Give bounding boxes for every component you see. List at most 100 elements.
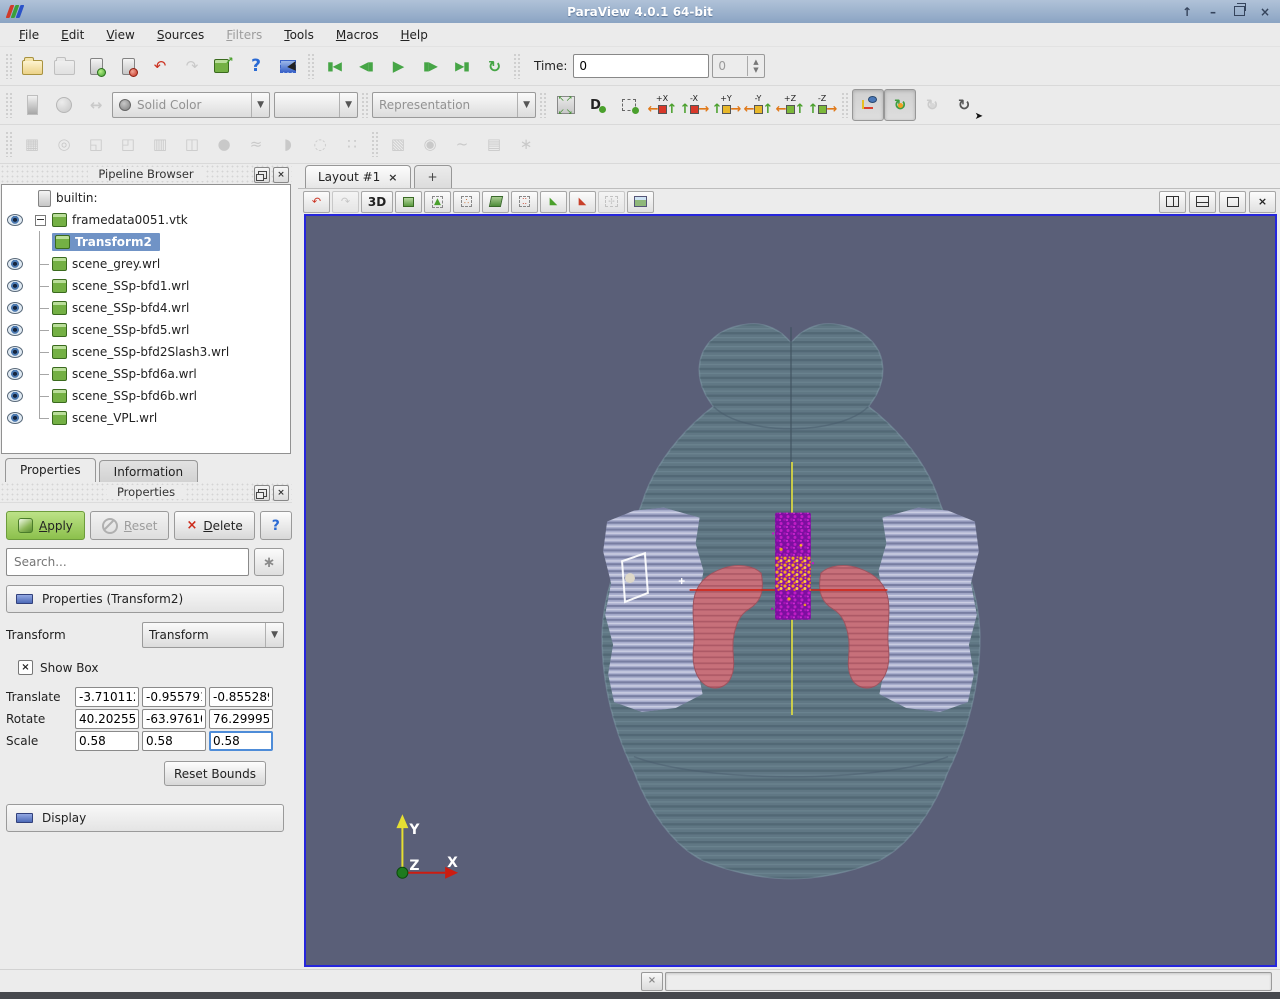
spin-up-icon[interactable]: ▲ — [753, 58, 758, 66]
minimize-window-icon[interactable]: – — [1206, 5, 1220, 19]
close-view-button[interactable]: × — [1249, 191, 1276, 213]
vcr-play-button[interactable]: ▶ — [382, 50, 414, 82]
box-widget-handle-sphere[interactable] — [625, 573, 635, 583]
visibility-eye-icon[interactable] — [7, 390, 23, 402]
spin-down-icon[interactable]: ▼ — [753, 66, 758, 74]
reset-center-button[interactable]: ↻➤ — [948, 89, 980, 121]
frame-spinbox[interactable]: 0▲▼ — [712, 54, 765, 78]
shade-window-icon[interactable]: ↑ — [1180, 5, 1194, 19]
reset-bounds-button[interactable]: Reset Bounds — [164, 761, 266, 786]
camera-undo-button[interactable]: ↶ — [303, 191, 330, 213]
undo-button[interactable]: ↶ — [144, 50, 176, 82]
menu-tools[interactable]: Tools — [275, 26, 323, 44]
rotate-y-field[interactable] — [142, 709, 206, 729]
open-file-button[interactable] — [16, 50, 48, 82]
disconnect-server-button[interactable] — [112, 50, 144, 82]
panel-help-button[interactable]: ? — [260, 511, 292, 540]
tree-item-framedata[interactable]: framedata0051.vtk — [2, 209, 290, 231]
scale-x-field[interactable] — [75, 731, 139, 751]
scale-y-field[interactable] — [142, 731, 206, 751]
select-points-through-button[interactable]: ⁚⁚ — [511, 191, 538, 213]
abort-progress-button[interactable]: × — [641, 972, 663, 991]
toolbar-drag-handle[interactable] — [5, 131, 13, 157]
section-display[interactable]: Display — [6, 804, 284, 832]
set-view-plus-x-button[interactable]: +X←↑ — [646, 89, 678, 121]
menu-view[interactable]: View — [97, 26, 143, 44]
visibility-eye-icon[interactable] — [7, 368, 23, 380]
split-vertical-button[interactable] — [1189, 191, 1216, 213]
close-dock-icon[interactable]: × — [273, 485, 289, 501]
set-view-minus-x-button[interactable]: -X↑→ — [678, 89, 710, 121]
menu-help[interactable]: Help — [391, 26, 436, 44]
layout-tab[interactable]: Layout #1 × — [305, 165, 411, 188]
split-horizontal-button[interactable] — [1159, 191, 1186, 213]
tree-item-bfd6a[interactable]: scene_SSp-bfd6a.wrl — [2, 363, 290, 385]
tree-item-bfd1[interactable]: scene_SSp-bfd1.wrl — [2, 275, 290, 297]
vcr-loop-button[interactable]: ↻ — [478, 50, 510, 82]
toolbar-drag-handle[interactable] — [5, 92, 13, 118]
apply-button[interactable]: Apply — [6, 511, 85, 540]
visibility-eye-icon[interactable] — [7, 302, 23, 314]
set-view-minus-y-button[interactable]: -Y←↑ — [742, 89, 774, 121]
tree-item-bfd4[interactable]: scene_SSp-bfd4.wrl — [2, 297, 290, 319]
tree-item-builtin[interactable]: builtin: — [2, 187, 290, 209]
float-dock-icon[interactable] — [254, 167, 270, 183]
help-button[interactable]: ? — [240, 50, 272, 82]
select-points-polygon-button[interactable]: ◣ — [569, 191, 596, 213]
visibility-eye-icon[interactable] — [7, 412, 23, 424]
show-center-of-rotation-button[interactable]: ↻ — [884, 89, 916, 121]
visibility-eye-icon[interactable] — [7, 324, 23, 336]
show-box-row[interactable]: × Show Box — [18, 660, 284, 675]
show-orientation-axes-button[interactable] — [852, 89, 884, 121]
visibility-eye-icon[interactable] — [7, 346, 23, 358]
zoom-to-box-button[interactable] — [614, 89, 646, 121]
tree-item-bfd5[interactable]: scene_SSp-bfd5.wrl — [2, 319, 290, 341]
scale-z-field[interactable] — [209, 731, 273, 751]
search-options-button[interactable]: ∗ — [254, 548, 284, 576]
tree-item-bfd2slash3[interactable]: scene_SSp-bfd2Slash3.wrl — [2, 341, 290, 363]
select-cells-polygon-button[interactable]: ◣ — [540, 191, 567, 213]
rotate-z-field[interactable] — [209, 709, 273, 729]
translate-y-field[interactable] — [142, 687, 206, 707]
tree-item-vpl[interactable]: scene_VPL.wrl — [2, 407, 290, 429]
restore-window-icon[interactable] — [1232, 5, 1246, 19]
select-cells-through-button[interactable] — [482, 191, 509, 213]
toggle-3d-button[interactable]: 3D — [361, 191, 393, 213]
tree-item-scene-grey[interactable]: scene_grey.wrl — [2, 253, 290, 275]
selected-tree-item[interactable]: Transform2 — [52, 233, 160, 251]
tree-item-bfd6b[interactable]: scene_SSp-bfd6b.wrl — [2, 385, 290, 407]
vcr-previous-frame-button[interactable]: ◀▮ — [350, 50, 382, 82]
menu-file[interactable]: File — [10, 26, 48, 44]
connect-server-button[interactable] — [80, 50, 112, 82]
search-input[interactable] — [6, 548, 249, 576]
close-dock-icon[interactable]: × — [273, 167, 289, 183]
collapse-expander-icon[interactable] — [35, 215, 46, 226]
rotate-x-field[interactable] — [75, 709, 139, 729]
vcr-first-frame-button[interactable]: ▮◀ — [318, 50, 350, 82]
translate-z-field[interactable] — [209, 687, 273, 707]
tab-information[interactable]: Information — [99, 460, 198, 482]
visibility-eye-icon[interactable] — [7, 214, 23, 226]
section-properties-transform2[interactable]: Properties (Transform2) — [6, 585, 284, 613]
menu-macros[interactable]: Macros — [327, 26, 388, 44]
auto-apply-button[interactable]: ↗ — [208, 50, 240, 82]
visibility-eye-icon[interactable] — [7, 258, 23, 270]
set-view-plus-z-button[interactable]: +Z←↑ — [774, 89, 806, 121]
select-cells-on-button[interactable]: ▲ — [424, 191, 451, 213]
menu-edit[interactable]: Edit — [52, 26, 93, 44]
close-tab-icon[interactable]: × — [388, 171, 397, 184]
properties-titlebar[interactable]: Properties × — [0, 482, 292, 502]
capture-screenshot-button[interactable] — [272, 50, 304, 82]
close-window-icon[interactable]: × — [1258, 5, 1272, 19]
time-input[interactable] — [573, 54, 709, 78]
zoom-to-data-button[interactable]: D — [582, 89, 614, 121]
tab-properties[interactable]: Properties — [5, 458, 96, 482]
select-points-on-button[interactable]: ∴ — [453, 191, 480, 213]
view-settings-button[interactable] — [627, 191, 654, 213]
set-view-minus-z-button[interactable]: -Z↑→ — [806, 89, 838, 121]
transform-combo[interactable]: Transform ▼ — [142, 622, 284, 648]
delete-button[interactable]: ×Delete — [174, 511, 254, 540]
toolbar-drag-handle[interactable] — [5, 53, 13, 79]
vcr-last-frame-button[interactable]: ▶▮ — [446, 50, 478, 82]
reset-camera-button[interactable] — [550, 89, 582, 121]
